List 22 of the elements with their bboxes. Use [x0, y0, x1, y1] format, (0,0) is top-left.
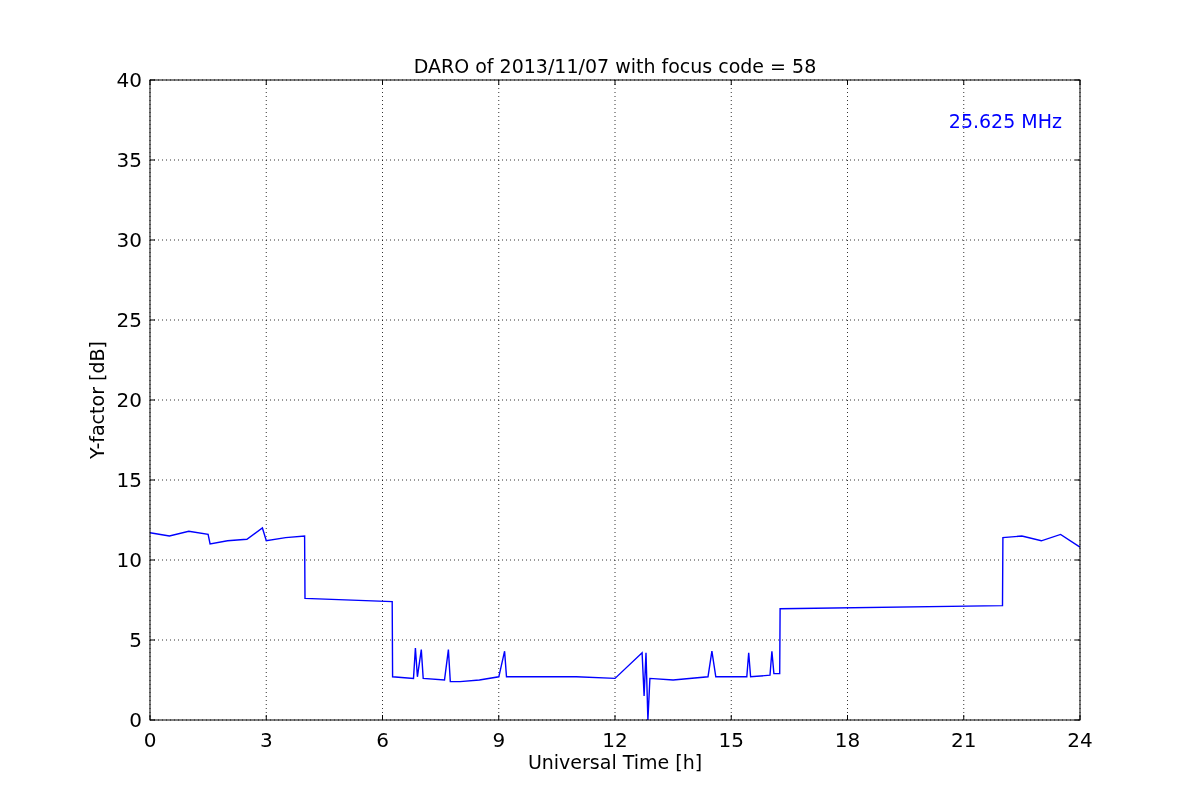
x-tick-label: 9 [492, 728, 506, 752]
y-tick-label: 5 [129, 628, 142, 652]
y-tick-label: 15 [116, 468, 142, 492]
y-axis-title: Y-factor [dB] [86, 341, 108, 459]
frequency-annotation: 25.625 MHz [948, 110, 1062, 132]
x-tick-label: 3 [259, 728, 273, 752]
x-tick-label: 15 [718, 728, 744, 752]
y-tick-label: 10 [116, 548, 142, 572]
x-tick-label: 12 [602, 728, 628, 752]
y-tick-label: 35 [116, 148, 142, 172]
chart-title: DARO of 2013/11/07 with focus code = 58 [413, 55, 817, 77]
x-tick-label: 6 [376, 728, 389, 752]
x-tick-label: 21 [951, 728, 977, 752]
x-tick-label: 18 [834, 728, 861, 752]
y-tick-label: 40 [116, 68, 142, 92]
y-tick-label: 25 [116, 308, 142, 332]
x-axis-title: Universal Time [h] [527, 751, 703, 773]
y-tick-label: 30 [116, 228, 142, 252]
y-tick-label: 20 [116, 388, 142, 412]
x-tick-label: 24 [1067, 728, 1093, 752]
y-tick-label: 0 [129, 708, 142, 732]
x-tick-label: 0 [143, 728, 157, 752]
